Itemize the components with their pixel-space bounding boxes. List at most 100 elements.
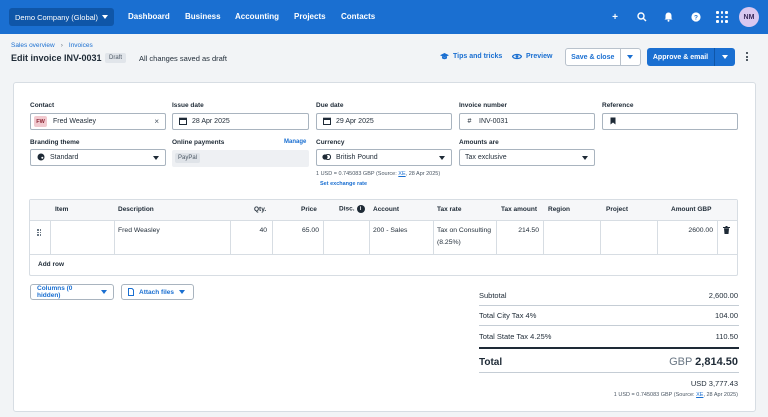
chevron-down-icon	[153, 156, 159, 160]
state-tax-value: 110.50	[715, 332, 738, 341]
attach-files-label: Attach files	[139, 288, 175, 296]
footer-exchange-note: 1 USD = 0.745083 GBP (Source: XE, 28 Apr…	[614, 392, 738, 398]
nav-accounting[interactable]: Accounting	[235, 12, 279, 21]
columns-button[interactable]: Columns (0 hidden)	[30, 284, 114, 300]
more-options-icon[interactable]	[746, 52, 748, 61]
cell-description[interactable]: Fred Weasley	[118, 227, 160, 234]
currency-value: British Pound	[336, 154, 378, 161]
drag-handle-icon[interactable]	[37, 229, 41, 236]
chevron-down-icon	[722, 55, 728, 59]
reference-field[interactable]	[602, 113, 738, 130]
contact-initials-badge: FW	[34, 116, 47, 127]
help-icon[interactable]: ?	[690, 11, 702, 23]
save-status: All changes saved as draft	[139, 54, 227, 63]
chevron-down-icon	[439, 156, 445, 160]
apps-grid-icon[interactable]	[716, 11, 728, 23]
cell-qty[interactable]: 40	[234, 227, 267, 234]
approve-email-label: Approve & email	[652, 53, 709, 61]
org-switcher[interactable]: Demo Company (Global)	[9, 8, 114, 26]
issue-date-field[interactable]: 28 Apr 2025	[172, 113, 309, 130]
breadcrumb: Sales overview › Invoices	[11, 42, 93, 49]
nav-contacts[interactable]: Contacts	[341, 12, 375, 21]
cell-tax-rate[interactable]: Tax on Consulting (8.25%)	[437, 227, 491, 246]
footer-rate-text: 1 USD = 0.745083 GBP (Source:	[613, 392, 697, 398]
nav-business[interactable]: Business	[185, 12, 221, 21]
invoice-number-field[interactable]: # INV-0031	[459, 113, 595, 130]
state-tax-label: Total State Tax 4.25%	[479, 332, 552, 341]
xe-source-link[interactable]: XE	[398, 171, 405, 177]
eye-icon	[512, 53, 522, 60]
manage-link[interactable]: Manage	[284, 139, 306, 145]
attach-files-button[interactable]: Attach files	[121, 284, 194, 300]
clear-icon[interactable]: ×	[154, 117, 159, 126]
cell-price[interactable]: 65.00	[276, 227, 319, 234]
approve-email-button[interactable]: Approve & email	[647, 48, 735, 66]
cell-amount[interactable]: 2600.00	[661, 227, 713, 234]
paypal-chip: PayPal	[175, 153, 201, 163]
branding-label: Branding theme	[30, 139, 80, 146]
col-price: Price	[301, 206, 317, 213]
cell-account[interactable]: 200 - Sales	[373, 227, 407, 234]
save-close-button[interactable]: Save & close	[565, 48, 641, 66]
breadcrumb-sales-overview[interactable]: Sales overview	[11, 42, 55, 49]
hash-icon: #	[467, 118, 472, 125]
avatar[interactable]: NM	[739, 7, 759, 27]
file-icon	[128, 288, 134, 296]
set-exchange-rate-link[interactable]: Set exchange rate	[320, 181, 367, 187]
info-icon[interactable]: i	[356, 205, 365, 213]
amounts-are-select[interactable]: Tax exclusive	[459, 149, 595, 166]
nav-dashboard[interactable]: Dashboard	[128, 12, 170, 21]
tax-rate-line-1: Tax on Consulting	[437, 227, 492, 234]
tax-rate-line-2: (8.25%)	[437, 239, 461, 246]
total-currency: GBP	[669, 356, 693, 368]
subtotal-value: 2,600.00	[708, 291, 738, 300]
footer-rate-date: , 28 Apr 2025)	[703, 392, 738, 398]
save-options-button[interactable]	[621, 55, 640, 59]
add-row-button[interactable]: Add row	[38, 261, 64, 268]
due-date-field[interactable]: 29 Apr 2025	[316, 113, 452, 130]
exchange-rate-note: 1 USD = 0.745083 GBP (Source: XE, 28 Apr…	[316, 171, 440, 177]
search-icon[interactable]	[636, 11, 648, 23]
nav-projects[interactable]: Projects	[294, 12, 326, 21]
chevron-right-icon: ›	[60, 42, 63, 49]
breadcrumb-invoices[interactable]: Invoices	[69, 42, 93, 49]
amounts-are-label: Amounts are	[459, 139, 499, 146]
branding-select[interactable]: Standard	[30, 149, 166, 166]
reference-label: Reference	[602, 102, 634, 109]
currency-label: Currency	[316, 139, 345, 146]
palette-icon	[36, 153, 45, 163]
trash-icon[interactable]	[723, 226, 730, 236]
tips-link[interactable]: Tips and tricks	[440, 53, 502, 60]
cell-tax-amount[interactable]: 214.50	[500, 227, 539, 234]
invoice-number-value: INV-0031	[479, 118, 509, 125]
issue-date-value: 28 Apr 2025	[192, 118, 230, 125]
amounts-are-value: Tax exclusive	[465, 154, 507, 161]
bell-icon[interactable]	[662, 11, 674, 23]
chevron-down-icon	[179, 290, 186, 294]
chevron-down-icon	[582, 156, 588, 160]
preview-link[interactable]: Preview	[512, 53, 552, 60]
total-value: GBP 2,814.50	[669, 356, 738, 368]
approve-options-button[interactable]	[715, 55, 735, 59]
tips-label: Tips and tricks	[453, 53, 503, 60]
plus-icon[interactable]: +	[609, 11, 621, 23]
total-label: Total	[479, 357, 503, 368]
subtotal-label: Subtotal	[479, 291, 507, 300]
preview-label: Preview	[526, 53, 553, 60]
col-region: Region	[548, 206, 571, 213]
due-date-value: 29 Apr 2025	[336, 118, 374, 125]
issue-date-label: Issue date	[172, 102, 204, 109]
col-amount: Amount GBP	[671, 206, 712, 213]
paypal-payment[interactable]: PayPal	[172, 150, 309, 167]
col-tax-amount: Tax amount	[501, 206, 537, 213]
calendar-icon	[322, 117, 331, 127]
col-account: Account	[373, 206, 399, 213]
contact-field[interactable]: FW Fred Weasley ×	[30, 113, 166, 130]
chevron-down-icon	[627, 55, 634, 59]
currency-select[interactable]: British Pound	[316, 149, 452, 166]
org-name: Demo Company (Global)	[15, 12, 98, 22]
branding-value: Standard	[50, 154, 79, 161]
top-nav: Demo Company (Global) Dashboard Business…	[0, 0, 768, 34]
svg-text:?: ?	[694, 14, 698, 21]
page-title: Edit invoice INV-0031	[11, 53, 102, 63]
